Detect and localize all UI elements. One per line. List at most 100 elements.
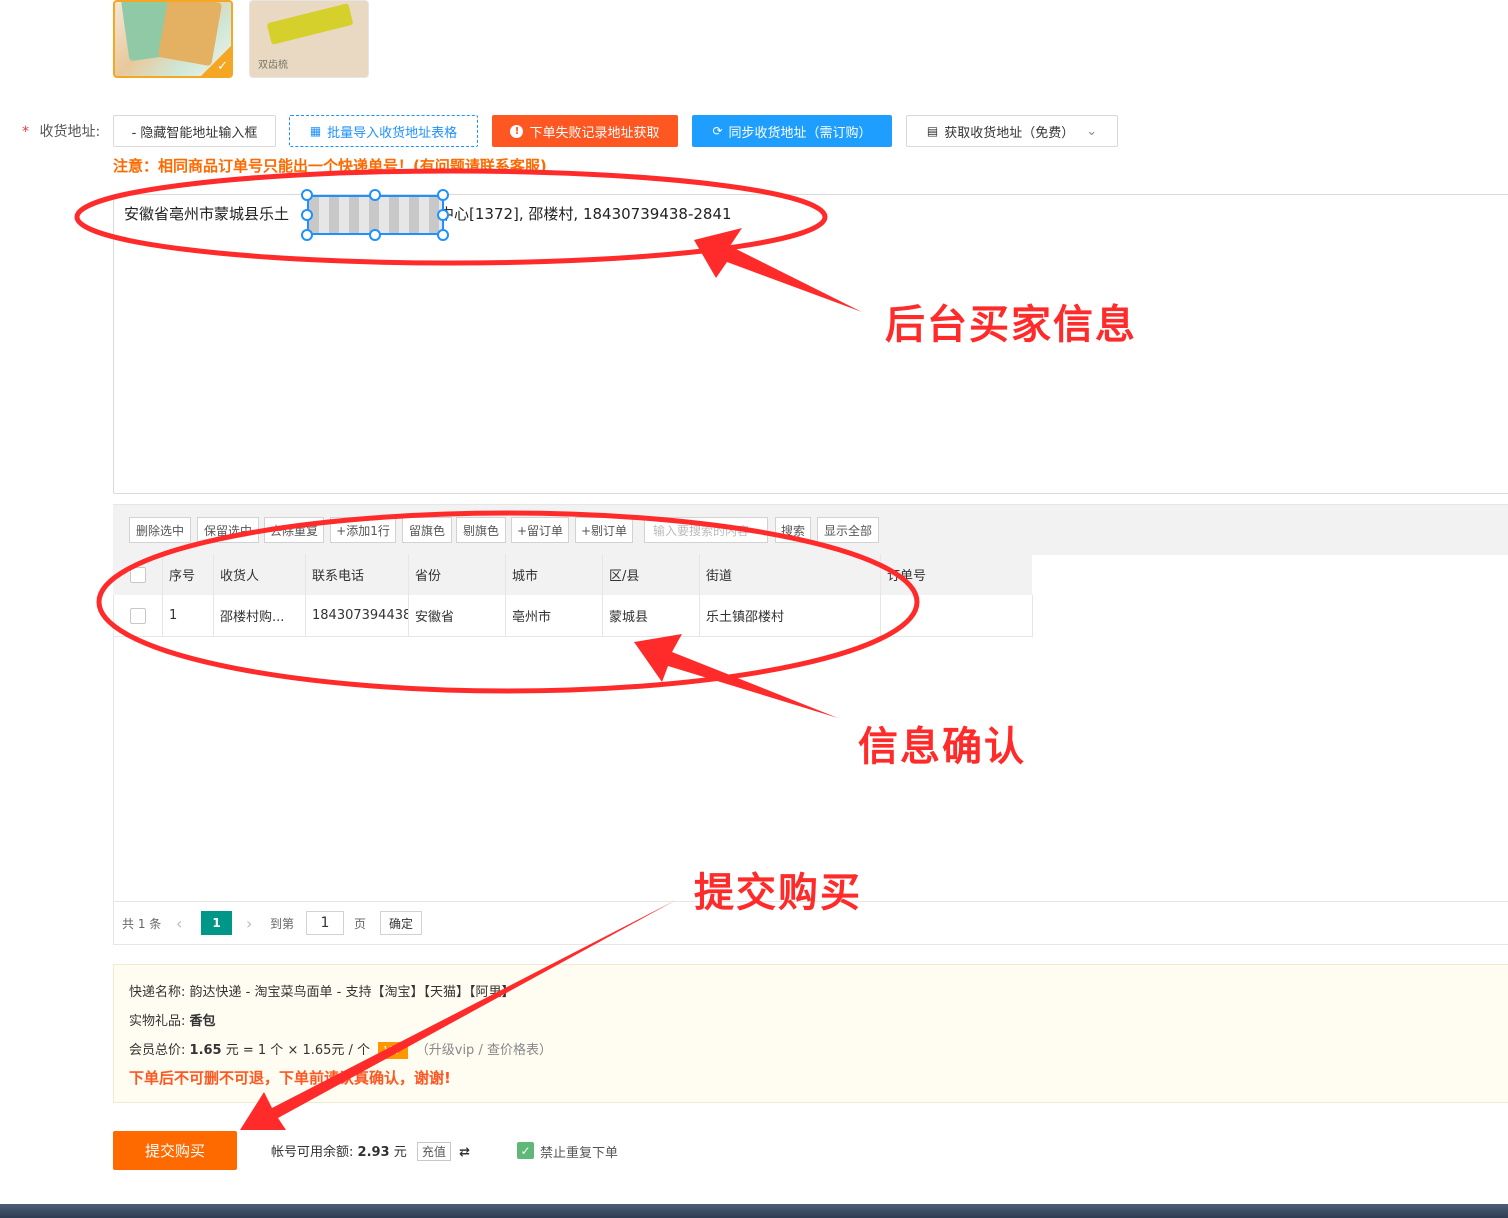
header-receiver: 收货人	[213, 554, 305, 595]
current-page[interactable]: 1	[201, 911, 232, 935]
total-formula: 元 = 1 个 × 1.65元 / 个	[225, 1043, 371, 1058]
gift-line: 实物礼品: 香包	[129, 1010, 216, 1029]
vip-tag: VIP	[378, 1042, 408, 1059]
smart-address-textarea[interactable]: 安徽省亳州市蒙城县乐土 中心[1372], 邵楼村, 18430739438-28…	[113, 194, 1508, 494]
no-duplicate-checkbox[interactable]: ✓	[517, 1142, 534, 1159]
upgrade-link[interactable]: （升级vip / 查价格表）	[416, 1043, 552, 1058]
resize-handle[interactable]	[437, 209, 449, 221]
courier-label: 快递名称:	[129, 985, 186, 1000]
keep-selected-button[interactable]: 保留选中	[197, 517, 259, 543]
printer-icon: ▤	[926, 124, 939, 138]
courier-line: 快递名称: 韵达快递 - 淘宝菜鸟面单 - 支持【淘宝】【天猫】【阿里】	[129, 981, 514, 1000]
row-order	[880, 595, 1032, 636]
table-search-input[interactable]: 输入要搜索的内容	[644, 517, 768, 543]
order-info-box: 快递名称: 韵达快递 - 淘宝菜鸟面单 - 支持【淘宝】【天猫】【阿里】 实物礼…	[113, 964, 1508, 1103]
batch-import-button[interactable]: ▦ 批量导入收货地址表格	[289, 115, 478, 147]
keep-order-button[interactable]: +留订单	[511, 517, 569, 543]
select-all-checkbox[interactable]	[129, 566, 146, 583]
chevron-down-icon: ⌄	[1086, 123, 1098, 139]
fail-record-button[interactable]: ! 下单失败记录地址获取	[492, 115, 678, 147]
recharge-button[interactable]: 充值	[416, 1142, 451, 1161]
total-label: 会员总价:	[129, 1043, 186, 1058]
show-all-button[interactable]: 显示全部	[817, 517, 879, 543]
hide-smart-input-label: - 隐藏智能地址输入框	[131, 125, 258, 141]
resize-handle[interactable]	[369, 229, 381, 241]
header-street: 街道	[699, 554, 880, 595]
resize-handle[interactable]	[301, 189, 313, 201]
hide-smart-input-button[interactable]: - 隐藏智能地址输入框	[113, 115, 276, 147]
address-label-row: * 收货地址:	[22, 121, 100, 141]
annotation-submit: 提交购买	[694, 870, 862, 916]
product-thumbnail-selected[interactable]: ✓	[113, 0, 233, 78]
address-text-end: 中心[1372], 邵楼村, 18430739438-2841	[439, 205, 732, 223]
remove-flag-button[interactable]: 剔旗色	[456, 517, 506, 543]
header-phone: 联系电话	[305, 554, 408, 595]
courier-value: 韵达快递 - 淘宝菜鸟面单 - 支持【淘宝】【天猫】【阿里】	[189, 985, 515, 1000]
table-row[interactable]: 1 邵楼村购... 184307394438 安徽省 亳州市 蒙城县 乐土镇邵楼…	[113, 595, 1033, 637]
page-unit: 页	[354, 916, 367, 931]
header-city: 城市	[505, 554, 602, 595]
resize-handle[interactable]	[437, 189, 449, 201]
table-toolbar: 删除选中 保留选中 去除重复 +添加1行 留旗色 剔旗色 +留订单 +剔订单 输…	[113, 504, 1508, 555]
table-header: 序号 收货人 联系电话 省份 城市 区/县 街道 订单号	[113, 554, 1032, 596]
row-receiver: 邵楼村购...	[213, 595, 305, 636]
required-mark: *	[22, 124, 29, 140]
resize-handle[interactable]	[369, 189, 381, 201]
resize-handle[interactable]	[301, 229, 313, 241]
annotation-buyer-info: 后台买家信息	[885, 302, 1137, 348]
table-icon: ▦	[309, 124, 322, 138]
goto-page-input[interactable]: 1	[306, 911, 344, 935]
row-street: 乐土镇邵楼村	[699, 595, 880, 636]
annotation-confirm-info: 信息确认	[858, 724, 1026, 770]
resize-handle[interactable]	[301, 209, 313, 221]
search-button[interactable]: 搜索	[775, 517, 811, 543]
row-checkbox[interactable]	[130, 607, 146, 624]
product-thumbnail[interactable]: 双齿梳	[249, 0, 369, 78]
check-icon: ✓	[217, 59, 228, 74]
header-index: 序号	[162, 554, 213, 595]
keep-flag-button[interactable]: 留旗色	[402, 517, 452, 543]
header-district: 区/县	[602, 554, 699, 595]
address-text-start: 安徽省亳州市蒙城县乐土	[124, 205, 290, 223]
refresh-icon[interactable]: ⇄	[459, 1145, 470, 1160]
fail-record-label: 下单失败记录地址获取	[529, 125, 660, 141]
row-select-cell	[113, 595, 162, 636]
prev-page-icon[interactable]: ‹	[176, 911, 182, 935]
resize-handle[interactable]	[437, 229, 449, 241]
submit-purchase-button[interactable]: 提交购买	[113, 1131, 237, 1170]
address-label: 收货地址:	[39, 124, 101, 140]
balance-line: 帐号可用余额: 2.93 元 充值 ⇄	[271, 1141, 470, 1161]
thumbnail-caption: 双齿梳	[258, 60, 288, 71]
total-amount: 1.65	[189, 1043, 222, 1058]
sync-address-label: 同步收货地址（需订购）	[728, 125, 872, 141]
header-province: 省份	[408, 554, 505, 595]
add-row-button[interactable]: +添加1行	[330, 517, 396, 543]
goto-label: 到第	[270, 916, 295, 931]
gift-value: 香包	[189, 1014, 216, 1029]
row-province: 安徽省	[408, 595, 505, 636]
header-order: 订单号	[880, 554, 1032, 595]
no-duplicate-label: 禁止重复下单	[540, 1146, 619, 1161]
refresh-icon: ⟳	[712, 124, 723, 138]
notice-text: 注意：相同商品订单号只能出一个快递单号！(有问题请联系客服)	[113, 157, 547, 175]
row-index: 1	[162, 595, 213, 636]
batch-import-label: 批量导入收货地址表格	[327, 125, 458, 141]
delete-selected-button[interactable]: 删除选中	[129, 517, 191, 543]
footer-bar	[0, 1204, 1508, 1218]
row-phone: 184307394438	[305, 595, 408, 636]
sync-address-button[interactable]: ⟳ 同步收货地址（需订购）	[692, 115, 892, 147]
balance-value: 2.93	[357, 1145, 390, 1160]
remove-order-button[interactable]: +剔订单	[575, 517, 633, 543]
warning-text: 下单后不可删不可退，下单前请认真确认，谢谢!	[129, 1069, 451, 1087]
balance-unit: 元	[393, 1145, 407, 1160]
row-district: 蒙城县	[602, 595, 699, 636]
get-address-label: 获取收货地址（免费）	[944, 125, 1075, 141]
goto-confirm-button[interactable]: 确定	[380, 911, 422, 935]
alert-icon: !	[510, 124, 524, 138]
balance-label: 帐号可用余额:	[271, 1145, 354, 1160]
next-page-icon[interactable]: ›	[246, 911, 252, 935]
get-address-dropdown[interactable]: ▤ 获取收货地址（免费） ⌄	[906, 115, 1118, 147]
select-all-cell	[113, 554, 162, 595]
comb-image	[266, 3, 354, 45]
dedupe-button[interactable]: 去除重复	[264, 517, 324, 543]
